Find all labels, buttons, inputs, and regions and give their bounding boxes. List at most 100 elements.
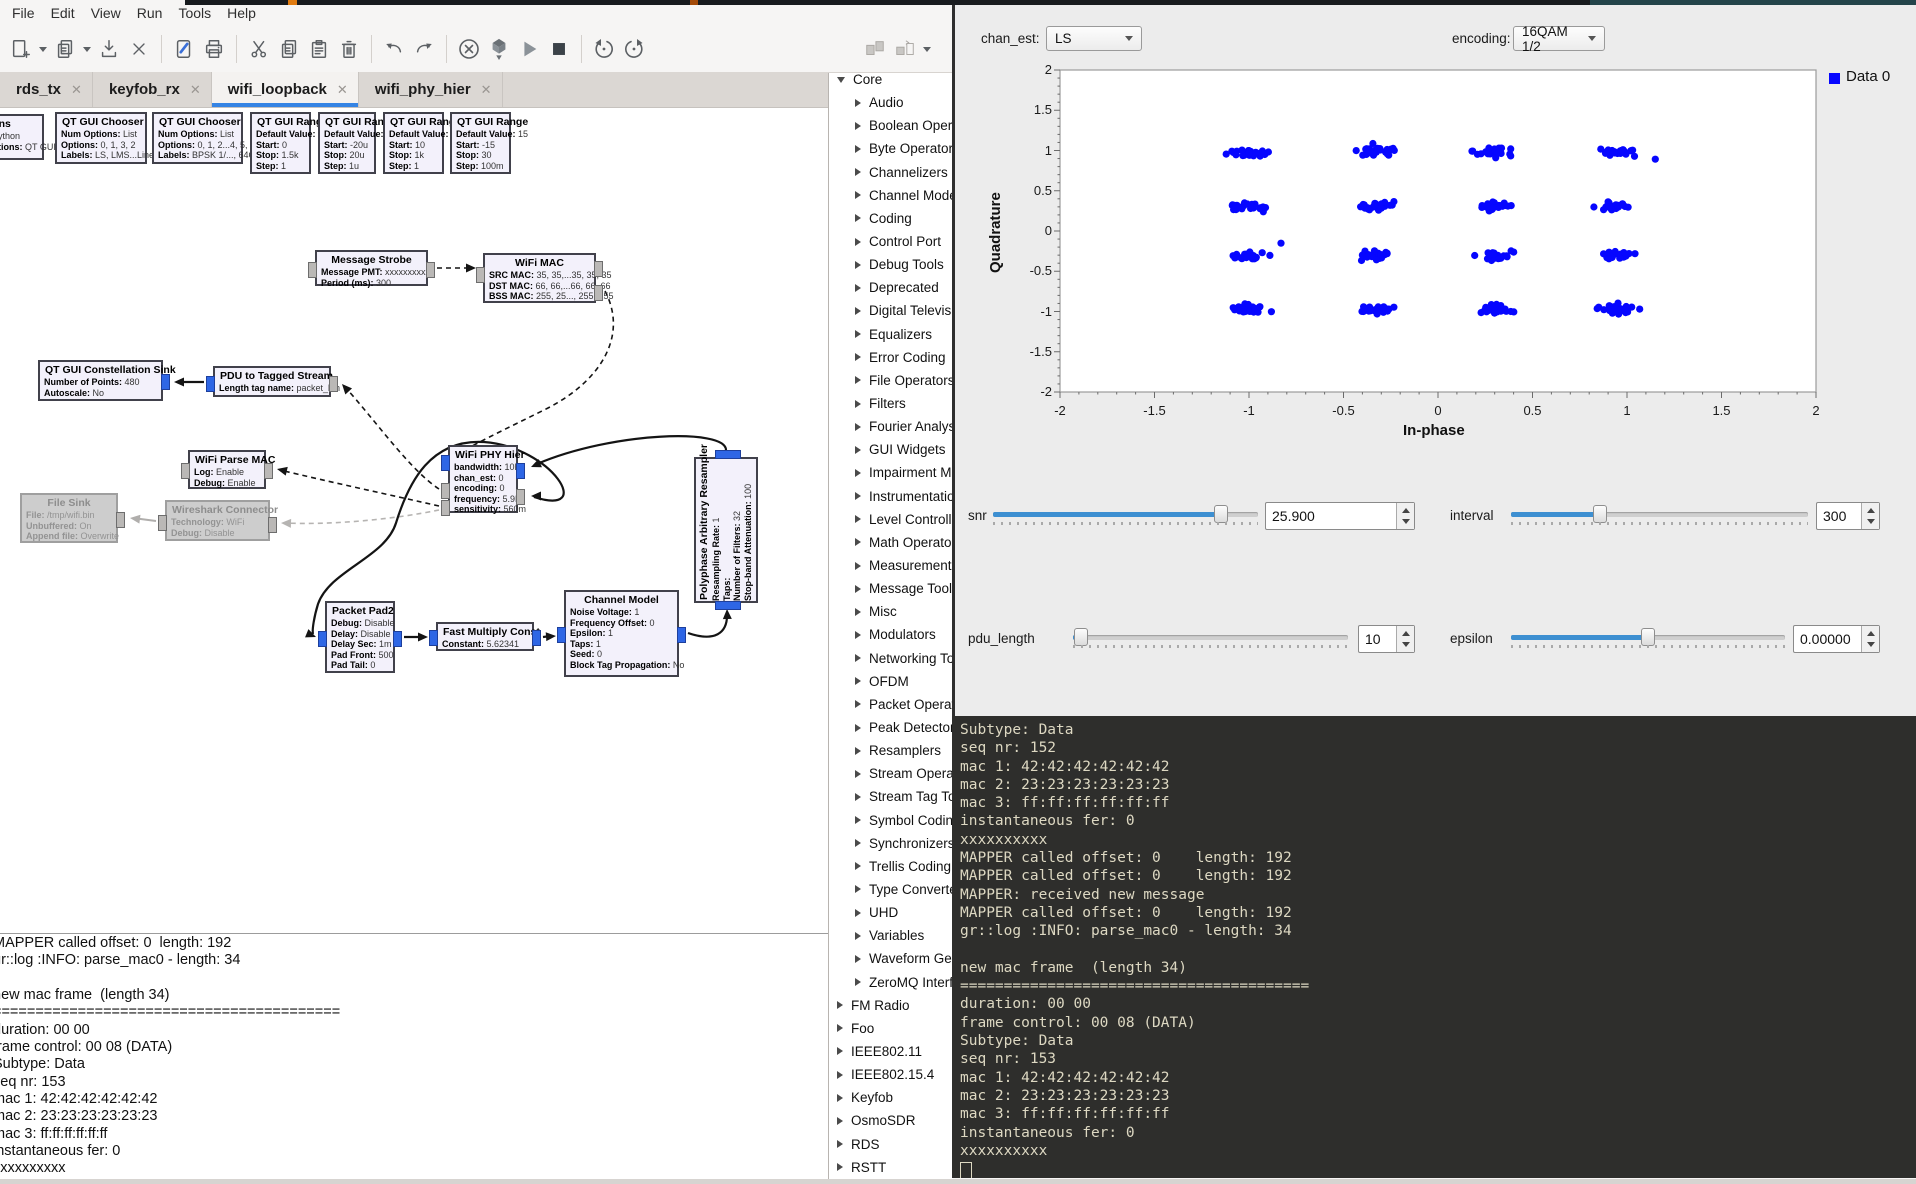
flowgraph-canvas[interactable]: OptionsLanguage: PythonGenerate Options:… (0, 107, 828, 933)
slider-handle-epsilon[interactable] (1641, 628, 1655, 646)
library-item-type-converters[interactable]: Type Converters (829, 878, 953, 901)
library-item-misc[interactable]: Misc (829, 600, 953, 623)
library-item-osmosdr[interactable]: OsmoSDR (829, 1109, 953, 1132)
block-range3[interactable]: QT GUI RangeDefault Value: 300Start: 10S… (383, 112, 444, 174)
menu-file[interactable]: File (4, 2, 43, 24)
spinbox-pdu_length[interactable]: 10 (1358, 625, 1415, 653)
library-item-debug-tools[interactable]: Debug Tools (829, 253, 953, 276)
tab-rds_tx[interactable]: rds_tx✕ (0, 72, 93, 107)
chevron-right-icon[interactable] (837, 1117, 843, 1125)
chevron-right-icon[interactable] (855, 562, 861, 570)
chevron-right-icon[interactable] (855, 469, 861, 477)
library-item-rstt[interactable]: RSTT (829, 1156, 953, 1179)
paste-icon[interactable] (304, 33, 334, 65)
chevron-right-icon[interactable] (855, 238, 861, 246)
chevron-right-icon[interactable] (855, 353, 861, 361)
spin-up-icon[interactable] (1867, 508, 1875, 513)
library-item-boolean-operators[interactable]: Boolean Operators (829, 114, 953, 137)
chevron-right-icon[interactable] (855, 191, 861, 199)
library-item-stream-tag-tools[interactable]: Stream Tag Tools (829, 785, 953, 808)
library-item-control-port[interactable]: Control Port (829, 230, 953, 253)
chevron-right-icon[interactable] (855, 122, 861, 130)
chevron-right-icon[interactable] (855, 400, 861, 408)
chevron-right-icon[interactable] (855, 885, 861, 893)
spinbox-snr[interactable]: 25.900 (1265, 502, 1415, 530)
slider-handle-interval[interactable] (1593, 505, 1607, 523)
spin-down-icon[interactable] (1867, 642, 1875, 647)
chevron-right-icon[interactable] (855, 839, 861, 847)
library-item-digital-television[interactable]: Digital Television (829, 299, 953, 322)
library-item-file-operators[interactable]: File Operators (829, 369, 953, 392)
library-item-byte-operators[interactable]: Byte Operators (829, 137, 953, 160)
block-fast-mult[interactable]: Fast Multiply ConstConstant: 5.62341 (436, 622, 534, 651)
block-range1[interactable]: QT GUI RangeDefault Value: 10Start: 0Sto… (250, 112, 311, 174)
library-item-waveform-generators[interactable]: Waveform Generators (829, 947, 953, 970)
library-item-math-operators[interactable]: Math Operators (829, 531, 953, 554)
menu-run[interactable]: Run (129, 2, 171, 24)
block-options[interactable]: OptionsLanguage: PythonGenerate Options:… (0, 114, 44, 160)
spin-down-icon[interactable] (1867, 519, 1875, 524)
block-range2[interactable]: QT GUI RangeDefault Value: 0Start: -20uS… (318, 112, 376, 174)
block-chooser1[interactable]: QT GUI ChooserNum Options: ListOptions: … (55, 112, 147, 164)
library-item-measurement-tools[interactable]: Measurement Tools (829, 554, 953, 577)
stop-icon[interactable] (544, 33, 574, 65)
duplicate-icon[interactable] (50, 33, 80, 65)
redo-icon[interactable] (409, 33, 439, 65)
menu-view[interactable]: View (83, 2, 129, 24)
library-item-variables[interactable]: Variables (829, 924, 953, 947)
chevron-down-icon[interactable] (837, 77, 845, 83)
library-item-deprecated[interactable]: Deprecated (829, 276, 953, 299)
library-item-zeromq-interfaces[interactable]: ZeroMQ Interfaces (829, 970, 953, 993)
copy-icon[interactable] (274, 33, 304, 65)
spin-down-icon[interactable] (1402, 642, 1410, 647)
save-icon[interactable] (94, 33, 124, 65)
block-chooser2[interactable]: QT GUI ChooserNum Options: ListOptions: … (152, 112, 243, 164)
spinbox-buttons[interactable] (1861, 626, 1879, 652)
library-item-symbol-coding[interactable]: Symbol Coding (829, 809, 953, 832)
chevron-right-icon[interactable] (855, 793, 861, 801)
chevron-right-icon[interactable] (837, 1094, 843, 1102)
library-item-instrumentation[interactable]: Instrumentation (829, 485, 953, 508)
library-item-filters[interactable]: Filters (829, 392, 953, 415)
tab-wifi_phy_hier[interactable]: wifi_phy_hier✕ (359, 72, 503, 107)
tab-close-icon[interactable]: ✕ (71, 82, 82, 98)
caret-icon[interactable] (36, 33, 50, 65)
library-item-synchronizers[interactable]: Synchronizers (829, 832, 953, 855)
chevron-right-icon[interactable] (855, 284, 861, 292)
chevron-right-icon[interactable] (837, 1047, 843, 1055)
library-item-fourier-analysis[interactable]: Fourier Analysis (829, 415, 953, 438)
spin-up-icon[interactable] (1867, 631, 1875, 636)
chevron-right-icon[interactable] (855, 816, 861, 824)
library-item-equalizers[interactable]: Equalizers (829, 323, 953, 346)
block-channel-model[interactable]: Channel ModelNoise Voltage: 1Frequency O… (564, 590, 679, 677)
library-item-impairment-models[interactable]: Impairment Models (829, 461, 953, 484)
chevron-right-icon[interactable] (855, 585, 861, 593)
menu-help[interactable]: Help (219, 2, 264, 24)
tab-keyfob_rx[interactable]: keyfob_rx✕ (93, 72, 212, 107)
generate-icon[interactable] (484, 33, 514, 65)
spinbox-epsilon[interactable]: 0.00000 (1793, 625, 1880, 653)
undo-icon[interactable] (379, 33, 409, 65)
chevron-right-icon[interactable] (855, 631, 861, 639)
spinbox-buttons[interactable] (1396, 503, 1414, 529)
block-const-sink[interactable]: QT GUI Constellation SinkNumber of Point… (38, 360, 163, 401)
chevron-right-icon[interactable] (855, 515, 861, 523)
chevron-right-icon[interactable] (855, 677, 861, 685)
chevron-right-icon[interactable] (855, 492, 861, 500)
library-item-channelizers[interactable]: Channelizers (829, 161, 953, 184)
caret-icon[interactable] (920, 33, 934, 65)
chevron-right-icon[interactable] (855, 446, 861, 454)
rotate-blocks-icon[interactable] (890, 33, 920, 65)
block-wireshark[interactable]: Wireshark ConnectorTechnology: WiFiDebug… (165, 500, 270, 541)
slider-pdu_length[interactable] (1073, 635, 1348, 640)
chevron-right-icon[interactable] (855, 747, 861, 755)
block-library-panel[interactable]: CoreAudioBoolean OperatorsByte Operators… (828, 68, 953, 1184)
chevron-right-icon[interactable] (855, 932, 861, 940)
library-item-ieee802-11[interactable]: IEEE802.11 (829, 1040, 953, 1063)
block-message-strobe[interactable]: Message StrobeMessage PMT: xxxxxxxxxxPer… (315, 250, 428, 286)
block-packet-pad2[interactable]: Packet Pad2Debug: DisableDelay: DisableD… (325, 601, 395, 673)
chevron-right-icon[interactable] (855, 145, 861, 153)
library-item-gui-widgets[interactable]: GUI Widgets (829, 438, 953, 461)
library-item-message-tools[interactable]: Message Tools (829, 577, 953, 600)
chevron-right-icon[interactable] (855, 700, 861, 708)
